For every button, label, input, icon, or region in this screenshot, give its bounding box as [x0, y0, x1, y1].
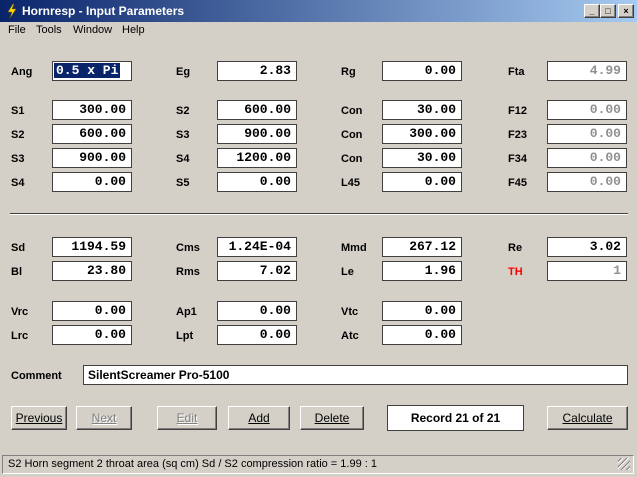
s4-field[interactable]: 1200.00 — [217, 148, 297, 168]
label-th[interactable]: TH — [508, 265, 523, 279]
atc-field[interactable]: 0.00 — [382, 325, 462, 345]
rg-field[interactable]: 0.00 — [382, 61, 462, 81]
label-f34: F34 — [508, 153, 527, 165]
minimize-button[interactable]: _ — [584, 4, 600, 18]
menu-tools[interactable]: Tools — [36, 24, 62, 36]
section-divider — [10, 213, 628, 215]
record-indicator: Record 21 of 21 — [387, 405, 524, 431]
lpt-field[interactable]: 0.00 — [217, 325, 297, 345]
label-comment: Comment — [11, 370, 62, 382]
label-f45: F45 — [508, 177, 527, 189]
label-bl: Bl — [11, 266, 22, 278]
con-1-field[interactable]: 30.00 — [382, 100, 462, 120]
rms-field[interactable]: 7.02 — [217, 261, 297, 281]
th-field[interactable]: 1 — [547, 261, 627, 281]
label-rg: Rg — [341, 66, 356, 78]
s2-left-field[interactable]: 600.00 — [52, 124, 132, 144]
bl-field[interactable]: 23.80 — [52, 261, 132, 281]
next-button[interactable]: Next — [76, 406, 132, 430]
cms-field[interactable]: 1.24E-04 — [217, 237, 297, 257]
label-con-1: Con — [341, 105, 363, 117]
label-l45: L45 — [341, 177, 360, 189]
label-s2-left: S2 — [11, 129, 25, 141]
mmd-field[interactable]: 267.12 — [382, 237, 462, 257]
previous-button[interactable]: Previous — [11, 406, 67, 430]
label-ap1: Ap1 — [176, 306, 197, 318]
resize-grip-icon[interactable] — [618, 458, 630, 470]
s2-field[interactable]: 600.00 — [217, 100, 297, 120]
con-2-field[interactable]: 300.00 — [382, 124, 462, 144]
label-s2: S2 — [176, 105, 190, 117]
s4-left-field[interactable]: 0.00 — [52, 172, 132, 192]
vrc-field[interactable]: 0.00 — [52, 301, 132, 321]
label-vtc: Vtc — [341, 306, 359, 318]
label-fta: Fta — [508, 66, 525, 78]
label-cms: Cms — [176, 242, 200, 254]
fta-field[interactable]: 4.99 — [547, 61, 627, 81]
delete-button[interactable]: Delete — [300, 406, 364, 430]
label-con-3: Con — [341, 153, 363, 165]
s3-field[interactable]: 900.00 — [217, 124, 297, 144]
s5-field[interactable]: 0.00 — [217, 172, 297, 192]
comment-field[interactable]: SilentScreamer Pro-5100 — [83, 365, 628, 385]
label-s5: S5 — [176, 177, 190, 189]
label-s4: S4 — [176, 153, 190, 165]
close-button[interactable]: × — [618, 4, 634, 18]
ap1-field[interactable]: 0.00 — [217, 301, 297, 321]
status-text: S2 Horn segment 2 throat area (sq cm) Sd… — [8, 458, 377, 470]
window-title: Hornresp - Input Parameters — [22, 4, 185, 18]
label-f23: F23 — [508, 129, 527, 141]
label-ang: Ang — [11, 66, 33, 78]
label-s1: S1 — [11, 105, 25, 117]
label-f12: F12 — [508, 105, 527, 117]
label-atc: Atc — [341, 330, 359, 342]
label-re: Re — [508, 242, 523, 254]
maximize-button[interactable]: □ — [600, 4, 616, 18]
lrc-field[interactable]: 0.00 — [52, 325, 132, 345]
label-sd: Sd — [11, 242, 26, 254]
label-eg: Eg — [176, 66, 191, 78]
menu-file[interactable]: File — [8, 24, 26, 36]
s3-left-field[interactable]: 900.00 — [52, 148, 132, 168]
ang-value: 0.5 x Pi — [54, 63, 121, 78]
le-field[interactable]: 1.96 — [382, 261, 462, 281]
label-lrc: Lrc — [11, 330, 29, 342]
f12-field[interactable]: 0.00 — [547, 100, 627, 120]
hornresp-app-icon[interactable] — [4, 3, 20, 19]
edit-button[interactable]: Edit — [157, 406, 217, 430]
re-field[interactable]: 3.02 — [547, 237, 627, 257]
label-s3: S3 — [176, 129, 190, 141]
label-s3-left: S3 — [11, 153, 25, 165]
con-3-field[interactable]: 30.00 — [382, 148, 462, 168]
vtc-field[interactable]: 0.00 — [382, 301, 462, 321]
menu-window[interactable]: Window — [73, 24, 112, 36]
ang-field[interactable]: 0.5 x Pi — [52, 61, 132, 81]
sd-field[interactable]: 1194.59 — [52, 237, 132, 257]
add-button[interactable]: Add — [228, 406, 290, 430]
f34-field[interactable]: 0.00 — [547, 148, 627, 168]
label-rms: Rms — [176, 266, 200, 278]
calculate-button[interactable]: Calculate — [547, 406, 628, 430]
label-lpt: Lpt — [176, 330, 194, 342]
status-bar: S2 Horn segment 2 throat area (sq cm) Sd… — [2, 455, 634, 474]
s1-field[interactable]: 300.00 — [52, 100, 132, 120]
menu-help[interactable]: Help — [122, 24, 145, 36]
title-bar: Hornresp - Input Parameters _ □ × — [0, 0, 637, 22]
menu-bar: File Tools Window Help — [0, 22, 637, 40]
label-con-2: Con — [341, 129, 363, 141]
label-s4-left: S4 — [11, 177, 25, 189]
l45-field[interactable]: 0.00 — [382, 172, 462, 192]
eg-field[interactable]: 2.83 — [217, 61, 297, 81]
f45-field[interactable]: 0.00 — [547, 172, 627, 192]
label-le: Le — [341, 266, 354, 278]
f23-field[interactable]: 0.00 — [547, 124, 627, 144]
label-vrc: Vrc — [11, 306, 29, 318]
label-mmd: Mmd — [341, 242, 367, 254]
